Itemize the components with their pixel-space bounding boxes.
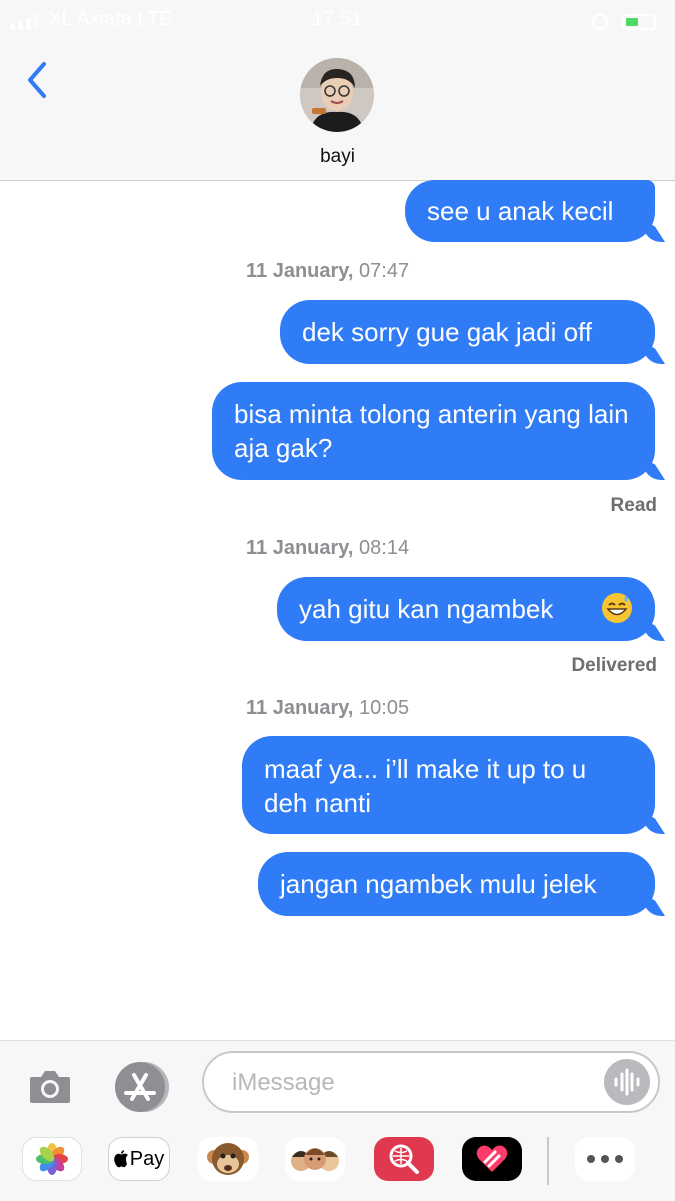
memoji-stickers-icon[interactable]: [285, 1137, 345, 1181]
message-text: see u anak kecil: [427, 196, 614, 226]
image-search-icon[interactable]: [374, 1137, 434, 1181]
imessage-input[interactable]: [230, 1065, 594, 1101]
more-icon[interactable]: [575, 1137, 635, 1181]
signal-strength-icon: [10, 14, 44, 30]
delivered-receipt: Delivered: [571, 655, 657, 676]
message-bubble[interactable]: maaf ya... i’ll make it up to u deh nant…: [242, 736, 655, 834]
timestamp-date: 11 January,: [246, 537, 354, 559]
battery-icon: [622, 14, 656, 30]
timestamp-time: 07:47: [359, 260, 410, 282]
message-text: maaf ya... i’ll make it up to u deh nant…: [264, 754, 587, 818]
camera-icon[interactable]: [26, 1063, 74, 1111]
photos-icon[interactable]: [22, 1137, 82, 1181]
apple-pay-label: Pay: [129, 1147, 165, 1170]
message-text: dek sorry gue gak jadi off: [302, 317, 593, 347]
voice-message-icon[interactable]: [604, 1059, 650, 1105]
grinning-sweat-emoji-icon: [602, 593, 632, 623]
timestamp: 11 January, 08:14: [246, 537, 409, 560]
message-text: jangan ngambek mulu jelek: [280, 869, 597, 899]
app-drawer: Pay: [0, 1137, 675, 1193]
read-receipt: Read: [610, 495, 657, 516]
message-text: bisa minta tolong anterin yang lain aja …: [234, 399, 629, 463]
contact-avatar[interactable]: [300, 58, 374, 132]
timestamp-time: 10:05: [359, 697, 410, 719]
message-bubble[interactable]: dek sorry gue gak jadi off: [280, 300, 655, 364]
back-chevron-icon[interactable]: [20, 60, 60, 100]
message-field[interactable]: [202, 1051, 660, 1113]
conversation-header: XL Axiata LTE 17.51 bayi: [0, 0, 675, 181]
timestamp: 11 January, 10:05: [246, 697, 409, 720]
message-bubble[interactable]: bisa minta tolong anterin yang lain aja …: [212, 382, 655, 480]
message-bubble[interactable]: see u anak kecil: [405, 180, 655, 242]
carrier-label: XL Axiata LTE: [48, 8, 173, 30]
timestamp-date: 11 January,: [246, 260, 354, 282]
message-bubble[interactable]: jangan ngambek mulu jelek: [258, 852, 655, 916]
status-time: 17.51: [312, 8, 363, 30]
timestamp-date: 11 January,: [246, 697, 354, 719]
message-bubble[interactable]: yah gitu kan ngambek: [277, 577, 655, 641]
apple-pay-icon[interactable]: Pay: [108, 1137, 170, 1181]
contact-name[interactable]: bayi: [0, 146, 675, 168]
timestamp: 11 January, 07:47: [246, 260, 409, 283]
app-store-icon[interactable]: [112, 1057, 172, 1117]
timestamp-time: 08:14: [359, 537, 410, 559]
rotation-lock-icon: [592, 14, 608, 30]
monkey-memoji-icon[interactable]: [198, 1137, 258, 1181]
message-text: yah gitu kan ngambek: [299, 594, 554, 624]
app-drawer-divider: [547, 1137, 549, 1185]
apple-logo-icon: [113, 1150, 128, 1168]
compose-bar: Pay: [0, 1040, 675, 1201]
digital-touch-icon[interactable]: [462, 1137, 522, 1181]
status-bar: XL Axiata LTE 17.51: [0, 6, 675, 34]
